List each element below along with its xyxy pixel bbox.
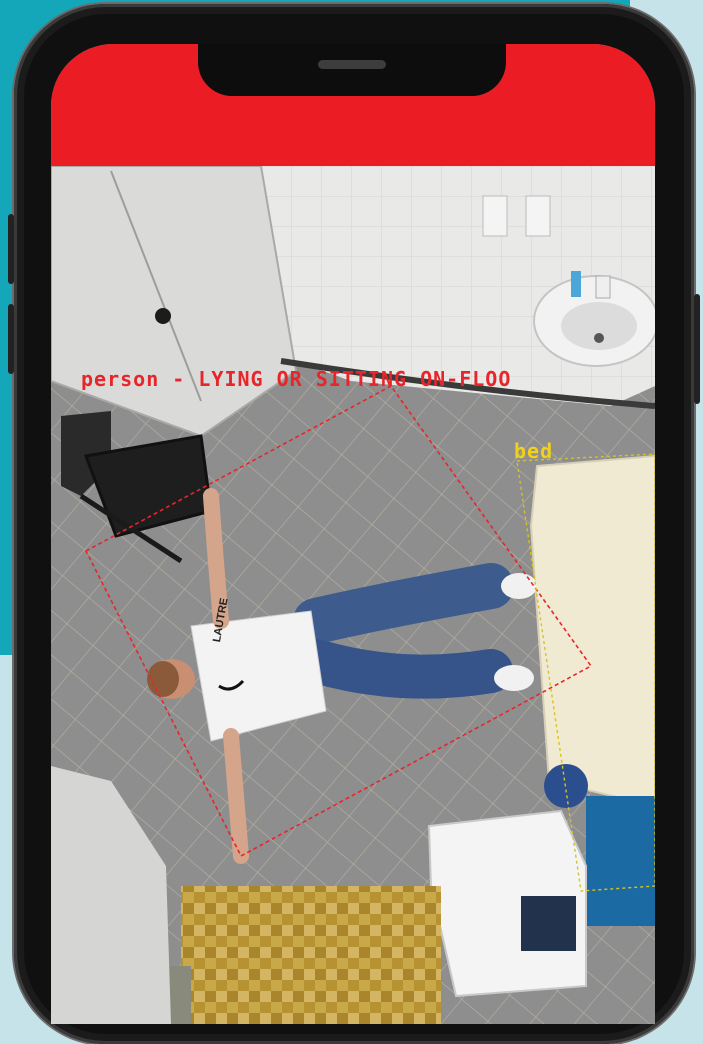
phone-screen: person - LYING OR SITTING ON-FLOO bed LA… — [51, 44, 655, 1024]
volume-down-button — [8, 304, 14, 374]
power-button — [694, 294, 700, 404]
camera-feed[interactable]: person - LYING OR SITTING ON-FLOO bed LA… — [51, 166, 655, 1024]
phone-notch — [198, 44, 506, 96]
bed-detection-label: bed — [514, 439, 554, 463]
volume-up-button — [8, 214, 14, 284]
person-detection-label: person - LYING OR SITTING ON-FLOO — [81, 367, 512, 391]
speaker-grille — [318, 60, 386, 69]
camera-scene — [51, 166, 655, 1024]
